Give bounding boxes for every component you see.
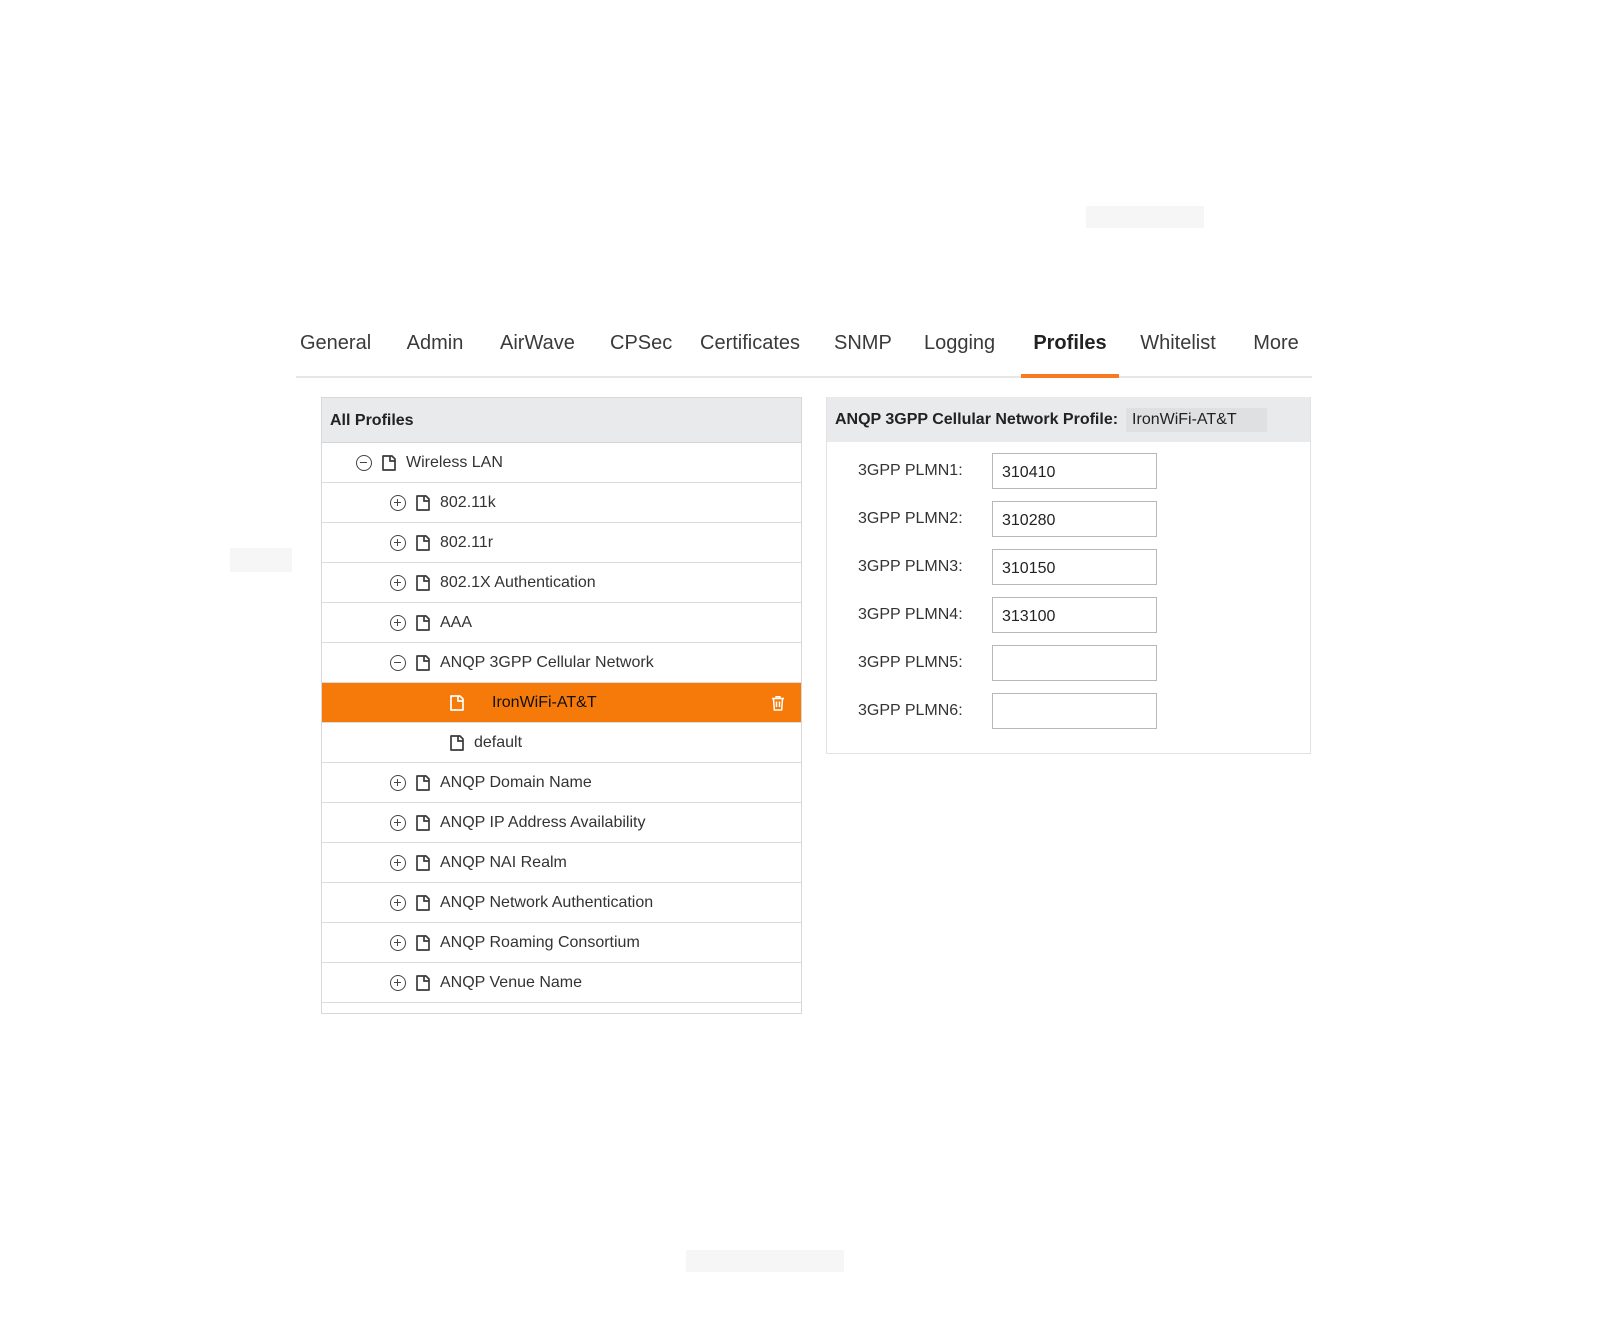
expand-icon[interactable] (390, 895, 406, 911)
trash-icon[interactable] (769, 694, 787, 712)
tree-item[interactable]: ANQP Venue Name (322, 963, 801, 1003)
document-icon (414, 814, 432, 832)
expand-icon[interactable] (390, 935, 406, 951)
tree-item[interactable]: 802.11k (322, 483, 801, 523)
tree-item-label: ANQP Network Authentication (440, 894, 654, 911)
tree-item-label: ANQP Venue Name (440, 974, 583, 991)
tree-item[interactable]: ANQP IP Address Availability (322, 803, 801, 843)
document-icon (448, 694, 466, 712)
tree-item[interactable]: 802.11r (322, 523, 801, 563)
document-icon (414, 654, 432, 672)
tab-profiles[interactable]: Profiles (1021, 322, 1119, 378)
tree-item-label: ANQP 3GPP Cellular Network (440, 654, 654, 671)
document-icon (414, 974, 432, 992)
plmn6-label: 3GPP PLMN6: (858, 702, 963, 719)
tab-whitelist[interactable]: Whitelist (1138, 322, 1218, 376)
tab-more[interactable]: More (1252, 322, 1300, 376)
expand-icon[interactable] (390, 975, 406, 991)
tab-logging[interactable]: Logging (924, 322, 995, 376)
tab-general[interactable]: General (300, 322, 371, 376)
plmn2-label: 3GPP PLMN2: (858, 510, 963, 527)
expand-icon[interactable] (390, 495, 406, 511)
expand-icon[interactable] (390, 775, 406, 791)
profile-details-panel: ANQP 3GPP Cellular Network Profile: IronW… (826, 397, 1311, 754)
document-icon (414, 534, 432, 552)
plmn1-label: 3GPP PLMN1: (858, 462, 963, 479)
tree-item-selected[interactable]: IronWiFi-AT&T (322, 683, 801, 723)
plmn3-input[interactable] (992, 549, 1157, 585)
tree-item-label: 802.1X Authentication (440, 574, 596, 591)
tab-bar: General Admin AirWave CPSec Certificates… (296, 322, 1312, 378)
profiles-tree-panel: All Profiles Wireless LAN 802.11k 802.11r 8… (321, 397, 802, 1014)
tree-item[interactable]: ANQP 3GPP Cellular Network (322, 643, 801, 683)
profile-name-value: IronWiFi-AT&T (1126, 408, 1267, 432)
tree-item-label: ANQP Domain Name (440, 774, 592, 791)
tab-airwave[interactable]: AirWave (500, 322, 575, 376)
document-icon (414, 894, 432, 912)
document-icon (380, 454, 398, 472)
tab-certificates[interactable]: Certificates (700, 322, 800, 376)
expand-icon[interactable] (390, 575, 406, 591)
background-artifact (1086, 206, 1204, 228)
plmn4-input[interactable] (992, 597, 1157, 633)
tree-item-label: 802.11k (440, 494, 496, 511)
tree-item[interactable]: ANQP Roaming Consortium (322, 923, 801, 963)
collapse-icon[interactable] (390, 655, 406, 671)
background-artifact (230, 548, 292, 572)
background-artifact (686, 1250, 844, 1272)
tree-item[interactable]: AAA (322, 603, 801, 643)
tree-item-label: Wireless LAN (406, 454, 503, 471)
tree-item[interactable]: 802.1X Authentication (322, 563, 801, 603)
tree-item-label: AAA (440, 614, 473, 631)
tree-item-label: default (474, 734, 523, 751)
document-icon (448, 734, 466, 752)
tree-item-label: ANQP NAI Realm (440, 854, 567, 871)
details-title: ANQP 3GPP Cellular Network Profile: (835, 411, 1119, 428)
plmn2-input[interactable] (992, 501, 1157, 537)
tree-item-label: ANQP IP Address Availability (440, 814, 646, 831)
plmn5-input[interactable] (992, 645, 1157, 681)
plmn4-label: 3GPP PLMN4: (858, 606, 963, 623)
expand-icon[interactable] (390, 535, 406, 551)
tab-cpsec[interactable]: CPSec (610, 322, 672, 376)
tree-item[interactable]: ANQP Network Authentication (322, 883, 801, 923)
document-icon (414, 774, 432, 792)
details-header: ANQP 3GPP Cellular Network Profile: IronW… (827, 397, 1310, 442)
expand-icon[interactable] (390, 855, 406, 871)
document-icon (414, 934, 432, 952)
tree-item-label: 802.11r (440, 534, 494, 551)
tree-item-label: IronWiFi-AT&T (492, 694, 597, 711)
profile-tree: Wireless LAN 802.11k 802.11r 802.1X Authent… (322, 443, 801, 1003)
tree-item[interactable]: ANQP Domain Name (322, 763, 801, 803)
tree-item-label: ANQP Roaming Consortium (440, 934, 640, 951)
expand-icon[interactable] (390, 815, 406, 831)
expand-icon[interactable] (390, 615, 406, 631)
document-icon (414, 614, 432, 632)
document-icon (414, 494, 432, 512)
document-icon (414, 854, 432, 872)
collapse-icon[interactable] (356, 455, 372, 471)
plmn5-label: 3GPP PLMN5: (858, 654, 963, 671)
document-icon (414, 574, 432, 592)
tab-snmp[interactable]: SNMP (834, 322, 892, 376)
tab-admin[interactable]: Admin (406, 322, 464, 376)
tree-item[interactable]: Wireless LAN (322, 443, 801, 483)
plmn6-input[interactable] (992, 693, 1157, 729)
plmn1-input[interactable] (992, 453, 1157, 489)
plmn3-label: 3GPP PLMN3: (858, 558, 963, 575)
tree-item[interactable]: default (322, 723, 801, 763)
panel-title: All Profiles (322, 398, 801, 443)
tree-item[interactable]: ANQP NAI Realm (322, 843, 801, 883)
